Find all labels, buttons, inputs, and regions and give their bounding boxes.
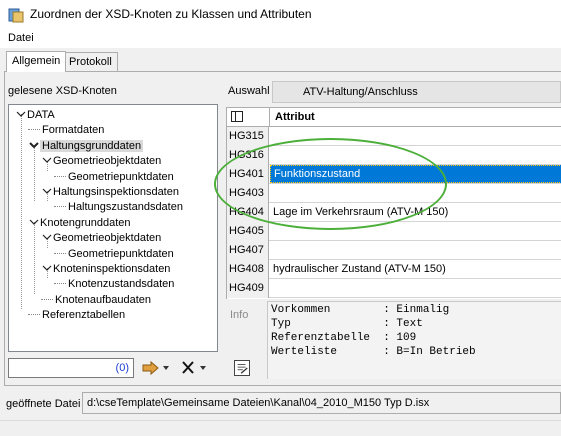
count-field[interactable]: (0) — [8, 358, 134, 378]
tree-node-label: Haltungsinspektionsdaten — [53, 186, 179, 198]
tree-guide-line — [21, 114, 22, 310]
tree-node[interactable]: Knoteninspektionsdaten — [41, 261, 170, 277]
chevron-down-icon[interactable] — [28, 139, 40, 155]
tree-node[interactable]: Referenztabellen — [28, 307, 125, 323]
grid-header: Attribut — [227, 108, 561, 127]
tree-connector — [28, 307, 40, 316]
tree-node[interactable]: Knotenzustandsdaten — [54, 276, 174, 292]
row-value[interactable] — [270, 241, 561, 259]
auswahl-field[interactable]: ATV-Haltung/Anschluss — [272, 81, 561, 103]
table-row[interactable]: HG407 — [227, 241, 561, 260]
tree-connector — [54, 276, 66, 285]
highlight-ellipse — [214, 138, 447, 230]
chevron-down-icon[interactable] — [41, 154, 53, 170]
file-path-field[interactable]: d:\cseTemplate\Gemeinsame Dateien\Kanal\… — [82, 392, 561, 414]
auswahl-label: Auswahl — [228, 85, 270, 97]
tree-connector — [54, 199, 66, 208]
title-bar: Zuordnen der XSD-Knoten zu Klassen und A… — [0, 0, 561, 30]
tree-node[interactable]: Haltungsgrunddaten — [28, 138, 144, 155]
tree-node-label: Knotenzustandsdaten — [68, 278, 175, 291]
tree-node-label: Geometriepunktdaten — [68, 247, 174, 260]
table-columns-icon[interactable] — [231, 111, 243, 122]
tree-connector — [54, 246, 66, 254]
info-line: Typ : Text — [271, 318, 423, 330]
menu-bar: Datei — [0, 30, 561, 48]
tree-node[interactable]: Geometrieobjektdaten — [41, 230, 161, 246]
table-row[interactable]: HG408 hydraulischer Zustand (ATV-M 150) — [227, 260, 561, 279]
tree-node-label: Geometrieobjektdaten — [53, 232, 162, 245]
tree-guide-line — [34, 222, 35, 294]
chevron-down-icon[interactable] — [15, 108, 27, 124]
tree-node[interactable]: Haltungsinspektionsdaten — [41, 184, 179, 200]
tree-node-label: Knotenaufbaudaten — [55, 293, 152, 306]
tree-node[interactable]: Geometrieobjektdaten — [41, 153, 161, 169]
info-line: Referenztabelle : 109 — [271, 332, 417, 344]
tree-node-label: DATA — [27, 109, 55, 121]
tree-node-label: Haltungszustandsdaten — [68, 201, 183, 214]
tab-protokoll[interactable]: Protokoll — [63, 52, 118, 71]
window-title: Zuordnen der XSD-Knoten zu Klassen und A… — [30, 7, 312, 21]
tree-node-label: Geometriepunktdaten — [68, 170, 174, 183]
tree-node-label: Haltungsgrunddaten — [40, 139, 144, 152]
row-key[interactable]: HG405 — [227, 222, 269, 241]
info-line: Werteliste : B=In Betrieb — [271, 346, 476, 358]
tree-node[interactable]: Haltungszustandsdaten — [54, 199, 183, 215]
chevron-down-icon[interactable] — [41, 262, 53, 278]
app-icon — [8, 8, 24, 23]
chevron-down-icon[interactable] — [41, 231, 53, 247]
tree-node[interactable]: Formatdaten — [28, 122, 104, 138]
info-label: Info — [230, 309, 249, 321]
tree-node-label: Geometrieobjektdaten — [53, 155, 162, 168]
menu-datei[interactable]: Datei — [6, 32, 36, 44]
chevron-down-icon[interactable] — [41, 185, 53, 201]
tab-allgemein[interactable]: Allgemein — [6, 51, 67, 72]
tree-connector — [28, 122, 40, 131]
row-key[interactable]: HG408 — [227, 260, 269, 279]
table-row[interactable]: HG409 — [227, 279, 561, 298]
chevron-down-icon[interactable] — [28, 216, 40, 232]
xsd-tree[interactable]: DATA Formatdaten Haltungsgrunddaten Geometr… — [8, 104, 218, 352]
grid-header-attribut: Attribut — [275, 111, 315, 123]
grid-header-separator — [269, 108, 270, 127]
row-value[interactable] — [270, 279, 561, 297]
info-line: Vorkommen : Einmalig — [271, 304, 450, 316]
row-key[interactable]: HG407 — [227, 241, 269, 260]
document-edit-icon[interactable] — [234, 360, 250, 376]
tree-node[interactable]: Geometriepunktdaten — [54, 169, 174, 185]
tree-node-label: Knoteninspektionsdaten — [53, 263, 171, 275]
tree-node[interactable]: Knotenaufbaudaten — [41, 292, 151, 308]
status-bar — [0, 420, 561, 436]
row-value[interactable]: hydraulischer Zustand (ATV-M 150) — [270, 260, 561, 278]
tree-header: gelesene XSD-Knoten — [8, 85, 117, 97]
tree-node-label: Referenztabellen — [42, 309, 126, 322]
file-label: geöffnete Datei — [6, 398, 81, 410]
arrow-right-icon[interactable] — [141, 360, 171, 376]
tree-node[interactable]: Knotengrunddaten — [28, 215, 131, 231]
row-key[interactable]: HG315 — [227, 127, 269, 146]
tree-node[interactable]: DATA — [15, 107, 55, 123]
tree-connector — [54, 169, 66, 177]
tree-connector — [41, 292, 53, 300]
tree-node-label: Formatdaten — [42, 124, 105, 137]
delete-x-icon[interactable] — [180, 360, 210, 376]
tree-node[interactable]: Geometriepunktdaten — [54, 246, 174, 262]
tree-node-label: Knotengrunddaten — [40, 216, 131, 229]
info-box: Vorkommen : Einmalig Typ : Text Referenz… — [267, 301, 561, 379]
row-key[interactable]: HG409 — [227, 279, 269, 298]
